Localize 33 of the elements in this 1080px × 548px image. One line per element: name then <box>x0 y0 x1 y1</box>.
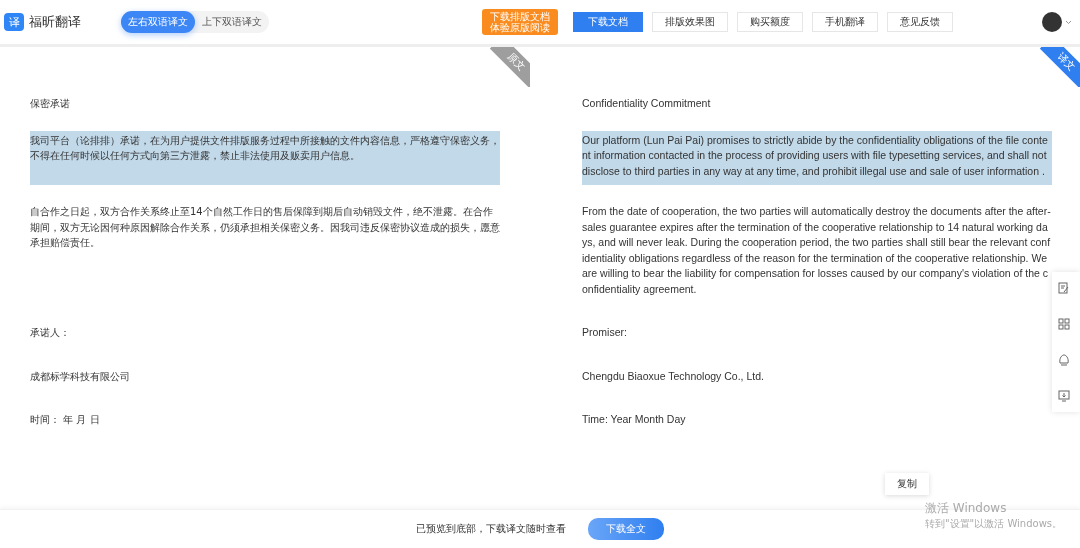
translated-paragraph: Confidentiality Commitment <box>582 96 712 111</box>
action-button[interactable]: 意见反馈 <box>887 12 953 32</box>
action-button[interactable]: 购买额度 <box>737 12 803 32</box>
action-button[interactable]: 排版效果图 <box>652 12 728 32</box>
translated-paragraph: Time: Year Month Day <box>582 412 687 427</box>
source-paragraph: 成都标学科技有限公司 <box>30 369 131 384</box>
grid-icon[interactable] <box>1058 318 1070 330</box>
promo-tooltip: 下载排版文档 体验原版阅读 <box>482 9 558 35</box>
caret-icon[interactable] <box>1065 19 1072 25</box>
edit-icon[interactable] <box>1058 282 1070 294</box>
translated-paragraph: Our platform (Lun Pai Pai) promises to strictly abide by the confidentiality obligations of the file content information contacted in the process of providing users with file typesetting services, and shall not disclose to third parties in any way at any time, and prohibit illegal use and sale of user information . <box>582 130 1052 185</box>
view-mode-tab[interactable]: 左右双语译文 <box>121 11 195 33</box>
translated-paragraph: Chengdu Biaoxue Technology Co., Ltd. <box>582 368 765 384</box>
avatar[interactable] <box>1042 12 1062 32</box>
view-mode-tab[interactable]: 上下双语译文 <box>195 11 269 33</box>
logo-icon: 译 <box>4 13 24 31</box>
translated-paragraph: From the date of cooperation, the two parties will automatically destroy the documents after the after-sales guarantee expires after the termination of the cooperative relationship to 14 natural working days, and will never leak. During the cooperation period, the two parties shall still bear the relevant confidentiality obligations regardless of the reason for the termination of the cooperative relationship. We are willing to bear the liability for compensation for losses caused by our company's violation of the confidentiality agreement. <box>582 204 1052 297</box>
action-button[interactable]: 手机翻译 <box>812 12 878 32</box>
translated-paragraph: Promiser: <box>582 325 628 340</box>
target-corner-tag: 译文 <box>1040 47 1080 87</box>
action-button[interactable]: 下载文档 <box>573 12 643 32</box>
source-paragraph: 自合作之日起，双方合作关系终止至14个自然工作日的售后保障到期后自动销毁文件，绝不泄露。在合作期间，双方无论因何种原因解除合作关系，仍须承担相关保密义务。因我司违反保密协议造成的损失，愿意承担赔偿责任。 <box>30 205 500 250</box>
source-paragraph: 我司平台（论排排）承诺，在为用户提供文件排版服务过程中所接触的文件内容信息，严格遵守保密义务，不得在任何时候以任何方式向第三方泄露，禁止非法使用及贩卖用户信息。 <box>30 130 500 185</box>
copy-button[interactable]: 复制 <box>885 472 929 495</box>
footer-message: 已预览到底部，下载译文随时查看 <box>416 522 566 536</box>
activation-notice-text: 转到"设置"以激活 Windows。 <box>925 517 1063 531</box>
source-paragraph: 承诺人： <box>30 326 71 340</box>
app-name: 福昕翻译 <box>29 13 81 31</box>
download-icon[interactable] <box>1058 390 1070 402</box>
source-corner-tag: 原文 <box>490 47 530 87</box>
source-paragraph: 保密承诺 <box>30 97 71 111</box>
activation-notice-title: 激活 Windows <box>925 500 1008 517</box>
source-paragraph: 时间： 年 月 日 <box>30 413 101 427</box>
